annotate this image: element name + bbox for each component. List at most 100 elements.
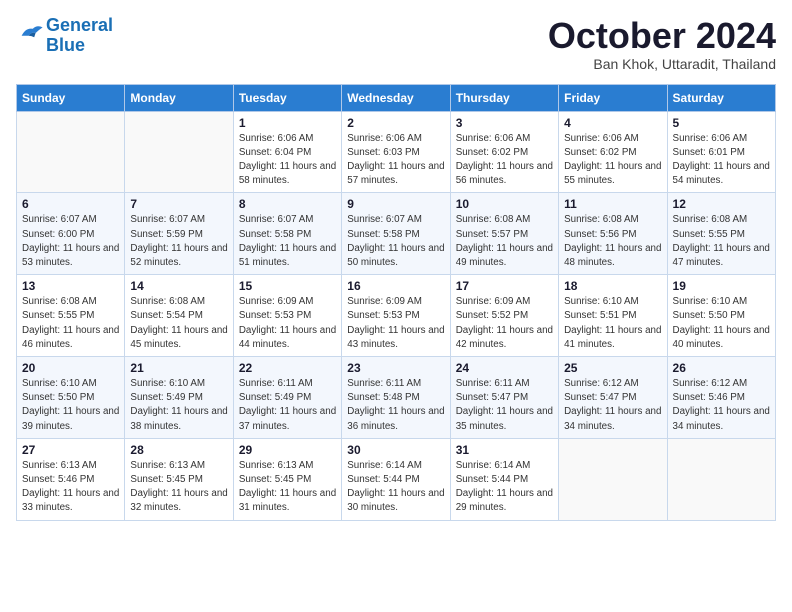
week-row-1: 1Sunrise: 6:06 AM Sunset: 6:04 PM Daylig…: [17, 111, 776, 193]
day-number: 4: [564, 116, 661, 130]
day-info: Sunrise: 6:07 AM Sunset: 5:59 PM Dayligh…: [130, 213, 227, 270]
column-header-thursday: Thursday: [450, 84, 558, 111]
day-info: Sunrise: 6:07 AM Sunset: 6:00 PM Dayligh…: [22, 213, 119, 270]
day-number: 3: [456, 116, 553, 130]
day-cell: 5Sunrise: 6:06 AM Sunset: 6:01 PM Daylig…: [667, 111, 775, 193]
logo-bird-icon: [16, 21, 44, 45]
day-number: 6: [22, 197, 119, 211]
day-cell: 21 Sunrise: 6:10 AM Sunset: 5:49 PM Dayli…: [125, 357, 233, 439]
day-number: 27: [22, 443, 119, 457]
day-cell: 27 Sunrise: 6:13 AM Sunset: 5:46 PM Dayli…: [17, 438, 125, 520]
week-row-5: 27 Sunrise: 6:13 AM Sunset: 5:46 PM Dayli…: [17, 438, 776, 520]
day-cell: 3 Sunrise: 6:06 AM Sunset: 6:02 PM Daylig…: [450, 111, 558, 193]
day-cell: 29 Sunrise: 6:13 AM Sunset: 5:45 PM Dayli…: [233, 438, 341, 520]
day-info: Sunrise: 6:13 AM Sunset: 5:46 PM Dayligh…: [22, 459, 119, 516]
day-info: Sunrise: 6:11 AM Sunset: 5:47 PM Dayligh…: [456, 377, 553, 434]
day-info: Sunrise: 6:08 AM Sunset: 5:56 PM Dayligh…: [564, 213, 661, 270]
day-info: Sunrise: 6:06 AM Sunset: 6:03 PM Dayligh…: [347, 132, 444, 189]
day-cell: 15 Sunrise: 6:09 AM Sunset: 5:53 PM Dayli…: [233, 275, 341, 357]
day-cell: 31Sunrise: 6:14 AM Sunset: 5:44 PM Dayli…: [450, 438, 558, 520]
day-info: Sunrise: 6:07 AM Sunset: 5:58 PM Dayligh…: [347, 213, 444, 270]
page-header: General Blue October 2024 Ban Khok, Utta…: [16, 16, 776, 72]
day-cell: 10Sunrise: 6:08 AM Sunset: 5:57 PM Dayli…: [450, 193, 558, 275]
day-number: 31: [456, 443, 553, 457]
day-cell: 24 Sunrise: 6:11 AM Sunset: 5:47 PM Dayli…: [450, 357, 558, 439]
day-cell: 20 Sunrise: 6:10 AM Sunset: 5:50 PM Dayli…: [17, 357, 125, 439]
day-info: Sunrise: 6:06 AM Sunset: 6:02 PM Dayligh…: [456, 132, 553, 189]
day-number: 19: [673, 279, 770, 293]
day-number: 18: [564, 279, 661, 293]
day-cell: 9 Sunrise: 6:07 AM Sunset: 5:58 PM Daylig…: [342, 193, 450, 275]
day-info: Sunrise: 6:13 AM Sunset: 5:45 PM Dayligh…: [130, 459, 227, 516]
day-info: Sunrise: 6:09 AM Sunset: 5:53 PM Dayligh…: [239, 295, 336, 352]
column-header-friday: Friday: [559, 84, 667, 111]
column-header-tuesday: Tuesday: [233, 84, 341, 111]
day-number: 15: [239, 279, 336, 293]
day-cell: 8Sunrise: 6:07 AM Sunset: 5:58 PM Daylig…: [233, 193, 341, 275]
day-number: 20: [22, 361, 119, 375]
day-info: Sunrise: 6:08 AM Sunset: 5:55 PM Dayligh…: [22, 295, 119, 352]
week-row-3: 13Sunrise: 6:08 AM Sunset: 5:55 PM Dayli…: [17, 275, 776, 357]
day-info: Sunrise: 6:10 AM Sunset: 5:50 PM Dayligh…: [673, 295, 770, 352]
day-number: 14: [130, 279, 227, 293]
month-title: October 2024: [548, 16, 776, 56]
day-cell: 14 Sunrise: 6:08 AM Sunset: 5:54 PM Dayli…: [125, 275, 233, 357]
day-number: 28: [130, 443, 227, 457]
day-cell: 22 Sunrise: 6:11 AM Sunset: 5:49 PM Dayli…: [233, 357, 341, 439]
day-cell: 2 Sunrise: 6:06 AM Sunset: 6:03 PM Daylig…: [342, 111, 450, 193]
day-number: 29: [239, 443, 336, 457]
day-cell: 26 Sunrise: 6:12 AM Sunset: 5:46 PM Dayli…: [667, 357, 775, 439]
day-info: Sunrise: 6:09 AM Sunset: 5:53 PM Dayligh…: [347, 295, 444, 352]
day-number: 12: [673, 197, 770, 211]
title-block: October 2024 Ban Khok, Uttaradit, Thaila…: [548, 16, 776, 72]
day-cell: 17Sunrise: 6:09 AM Sunset: 5:52 PM Dayli…: [450, 275, 558, 357]
week-row-2: 6 Sunrise: 6:07 AM Sunset: 6:00 PM Daylig…: [17, 193, 776, 275]
day-cell: 25 Sunrise: 6:12 AM Sunset: 5:47 PM Dayli…: [559, 357, 667, 439]
day-number: 7: [130, 197, 227, 211]
column-header-saturday: Saturday: [667, 84, 775, 111]
day-cell: [125, 111, 233, 193]
day-number: 11: [564, 197, 661, 211]
day-info: Sunrise: 6:13 AM Sunset: 5:45 PM Dayligh…: [239, 459, 336, 516]
day-info: Sunrise: 6:08 AM Sunset: 5:55 PM Dayligh…: [673, 213, 770, 270]
day-info: Sunrise: 6:06 AM Sunset: 6:02 PM Dayligh…: [564, 132, 661, 189]
logo-text: General Blue: [46, 16, 113, 56]
day-cell: [17, 111, 125, 193]
day-cell: [559, 438, 667, 520]
day-cell: 12 Sunrise: 6:08 AM Sunset: 5:55 PM Dayli…: [667, 193, 775, 275]
day-number: 25: [564, 361, 661, 375]
day-number: 24: [456, 361, 553, 375]
day-info: Sunrise: 6:06 AM Sunset: 6:04 PM Dayligh…: [239, 132, 336, 189]
calendar-table: SundayMondayTuesdayWednesdayThursdayFrid…: [16, 84, 776, 521]
day-number: 21: [130, 361, 227, 375]
day-info: Sunrise: 6:10 AM Sunset: 5:50 PM Dayligh…: [22, 377, 119, 434]
day-number: 22: [239, 361, 336, 375]
day-info: Sunrise: 6:12 AM Sunset: 5:47 PM Dayligh…: [564, 377, 661, 434]
day-cell: 16Sunrise: 6:09 AM Sunset: 5:53 PM Dayli…: [342, 275, 450, 357]
day-info: Sunrise: 6:11 AM Sunset: 5:49 PM Dayligh…: [239, 377, 336, 434]
day-info: Sunrise: 6:06 AM Sunset: 6:01 PM Dayligh…: [673, 132, 770, 189]
day-info: Sunrise: 6:07 AM Sunset: 5:58 PM Dayligh…: [239, 213, 336, 270]
column-header-wednesday: Wednesday: [342, 84, 450, 111]
week-row-4: 20 Sunrise: 6:10 AM Sunset: 5:50 PM Dayli…: [17, 357, 776, 439]
logo: General Blue: [16, 16, 113, 56]
day-number: 30: [347, 443, 444, 457]
day-cell: 1Sunrise: 6:06 AM Sunset: 6:04 PM Daylig…: [233, 111, 341, 193]
day-cell: 30Sunrise: 6:14 AM Sunset: 5:44 PM Dayli…: [342, 438, 450, 520]
day-number: 2: [347, 116, 444, 130]
day-cell: 23Sunrise: 6:11 AM Sunset: 5:48 PM Dayli…: [342, 357, 450, 439]
day-info: Sunrise: 6:10 AM Sunset: 5:51 PM Dayligh…: [564, 295, 661, 352]
day-number: 23: [347, 361, 444, 375]
day-info: Sunrise: 6:12 AM Sunset: 5:46 PM Dayligh…: [673, 377, 770, 434]
day-cell: 18 Sunrise: 6:10 AM Sunset: 5:51 PM Dayli…: [559, 275, 667, 357]
day-info: Sunrise: 6:08 AM Sunset: 5:57 PM Dayligh…: [456, 213, 553, 270]
header-row: SundayMondayTuesdayWednesdayThursdayFrid…: [17, 84, 776, 111]
day-info: Sunrise: 6:08 AM Sunset: 5:54 PM Dayligh…: [130, 295, 227, 352]
day-cell: 4 Sunrise: 6:06 AM Sunset: 6:02 PM Daylig…: [559, 111, 667, 193]
day-info: Sunrise: 6:10 AM Sunset: 5:49 PM Dayligh…: [130, 377, 227, 434]
day-cell: 6 Sunrise: 6:07 AM Sunset: 6:00 PM Daylig…: [17, 193, 125, 275]
day-cell: [667, 438, 775, 520]
day-number: 9: [347, 197, 444, 211]
location-subtitle: Ban Khok, Uttaradit, Thailand: [548, 56, 776, 72]
day-number: 26: [673, 361, 770, 375]
